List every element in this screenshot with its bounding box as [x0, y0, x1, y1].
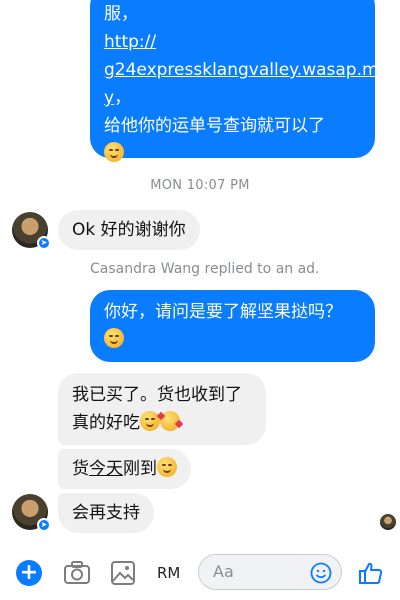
contact-avatar[interactable]: ➤: [12, 212, 51, 250]
message-text: 你好，请问是要了解坚果挞吗？: [104, 302, 342, 322]
message-link[interactable]: g24expressklangvalley.wasap.m: [104, 56, 379, 84]
message-text: 给他你的运单号查询就可以了: [104, 116, 325, 136]
message-link[interactable]: y: [104, 88, 114, 108]
message-text: 我已买了。货也收到了: [72, 385, 242, 405]
thumbs-up-icon[interactable]: [358, 560, 384, 586]
grinning-face-emoji-icon: [104, 328, 124, 348]
gallery-icon[interactable]: [108, 558, 138, 588]
message-text: 真的好吃: [72, 413, 140, 433]
camera-icon[interactable]: [62, 558, 92, 588]
incoming-message-bubble[interactable]: 货今天刚到: [58, 449, 191, 489]
message-link[interactable]: http://: [104, 28, 361, 56]
incoming-message-bubble[interactable]: 我已买了。货也收到了 真的好吃: [58, 373, 266, 445]
smiling-face-emoji-icon: [104, 142, 124, 162]
outgoing-message-bubble[interactable]: 你好，请问是要了解坚果挞吗？: [90, 290, 375, 362]
outgoing-message-bubble[interactable]: 服， http:// g24expressklangvalley.wasap.m…: [90, 0, 379, 162]
incoming-message-bubble[interactable]: 会再支持: [58, 493, 154, 533]
messenger-badge-icon: ➤: [37, 518, 51, 532]
message-composer: + RM Aa: [0, 548, 400, 600]
message-text: 服，: [104, 4, 138, 24]
seen-receipt-avatar: [380, 514, 396, 530]
message-timestamp: MON 10:07 PM: [150, 178, 250, 193]
emoji-icon[interactable]: [310, 562, 332, 584]
plus-icon[interactable]: +: [16, 560, 42, 586]
reply-context-note: Casandra Wang replied to an ad.: [90, 261, 320, 277]
rm-currency-button[interactable]: RM: [157, 564, 180, 582]
grinning-face-emoji-icon: [157, 457, 177, 477]
message-text: 会再支持: [72, 503, 140, 523]
message-text: Ok 好的谢谢你: [72, 220, 186, 240]
message-text: 刚到: [123, 459, 157, 479]
contact-avatar[interactable]: ➤: [12, 494, 51, 532]
incoming-message-bubble[interactable]: Ok 好的谢谢你: [58, 210, 200, 250]
smiling-face-with-hearts-emoji-icon: [156, 411, 184, 431]
message-text: 货: [72, 459, 89, 479]
messenger-badge-icon: ➤: [37, 236, 51, 250]
message-text: ，: [114, 88, 132, 108]
message-text-underlined[interactable]: 今天: [89, 459, 123, 479]
